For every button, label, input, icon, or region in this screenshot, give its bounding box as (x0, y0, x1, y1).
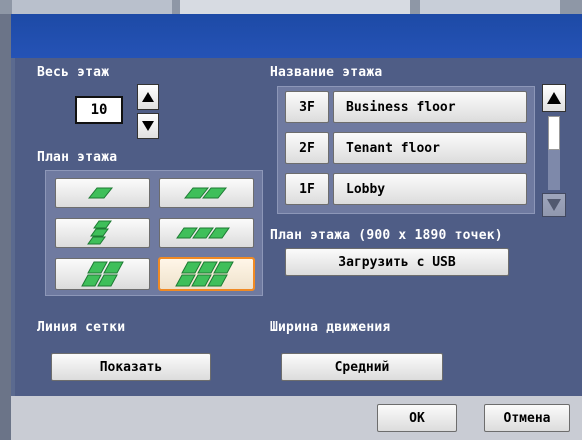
floor-plan-resolution-label: План этажа (900 x 1890 точек) (270, 228, 503, 243)
floor-tile-icon (175, 227, 230, 239)
floor-name-label: Название этажа (270, 65, 383, 80)
floor-count-up-button[interactable] (137, 84, 159, 110)
title-bar (11, 14, 582, 58)
grid-line-label: Линия сетки (37, 320, 126, 335)
load-from-usb-button[interactable]: Загрузить с USB (285, 248, 509, 276)
whole-floor-label: Весь этаж (37, 65, 110, 80)
scroll-up-button[interactable] (542, 84, 566, 112)
scrollbar-track[interactable] (548, 116, 560, 190)
floor-code-button[interactable]: 1F (285, 173, 329, 205)
scrollbar-thumb[interactable] (548, 116, 560, 150)
floor-tile-icon (174, 261, 234, 287)
layout-option-3-floors-stacked[interactable] (55, 218, 150, 248)
floor-code-button[interactable]: 3F (285, 91, 329, 123)
ok-button[interactable]: OK (377, 404, 457, 432)
dialog-body: Весь этаж 10 План этажа Линия сетки Пока… (15, 58, 582, 396)
top-strip-segment (420, 0, 560, 14)
top-strip-segment (12, 0, 172, 14)
layout-option-1-floor[interactable] (55, 178, 150, 208)
move-width-medium-button[interactable]: Средний (281, 353, 443, 381)
arrow-up-icon (547, 92, 561, 104)
floor-code-button[interactable]: 2F (285, 132, 329, 164)
layout-option-6-floors[interactable] (55, 258, 150, 290)
floor-name-button[interactable]: Business floor (333, 91, 527, 123)
top-strip-segment (180, 0, 410, 14)
dialog-footer: OK Отмена (11, 396, 582, 440)
scroll-down-button[interactable] (542, 193, 566, 217)
arrow-up-icon (142, 92, 154, 102)
layout-option-9-floors-selected[interactable] (158, 257, 255, 291)
floor-name-button[interactable]: Lobby (333, 173, 527, 205)
arrow-down-icon (142, 121, 154, 131)
floor-tile-icon (86, 220, 112, 245)
move-width-label: Ширина движения (270, 320, 391, 335)
cancel-button[interactable]: Отмена (484, 404, 570, 432)
show-grid-button[interactable]: Показать (51, 353, 211, 381)
floor-count-down-button[interactable] (137, 113, 159, 139)
floor-settings-window: Весь этаж 10 План этажа Линия сетки Пока… (11, 14, 582, 440)
layout-option-2-floors[interactable] (159, 178, 254, 208)
arrow-down-icon (547, 199, 561, 211)
layout-option-3-floors-row[interactable] (159, 218, 254, 248)
floor-tile-icon (87, 187, 113, 199)
floor-tile-icon (80, 261, 124, 287)
top-strip (0, 0, 582, 14)
floor-tile-icon (183, 187, 227, 199)
floor-plan-label: План этажа (37, 150, 118, 165)
floor-count-field[interactable]: 10 (75, 96, 123, 124)
floor-name-button[interactable]: Tenant floor (333, 132, 527, 164)
